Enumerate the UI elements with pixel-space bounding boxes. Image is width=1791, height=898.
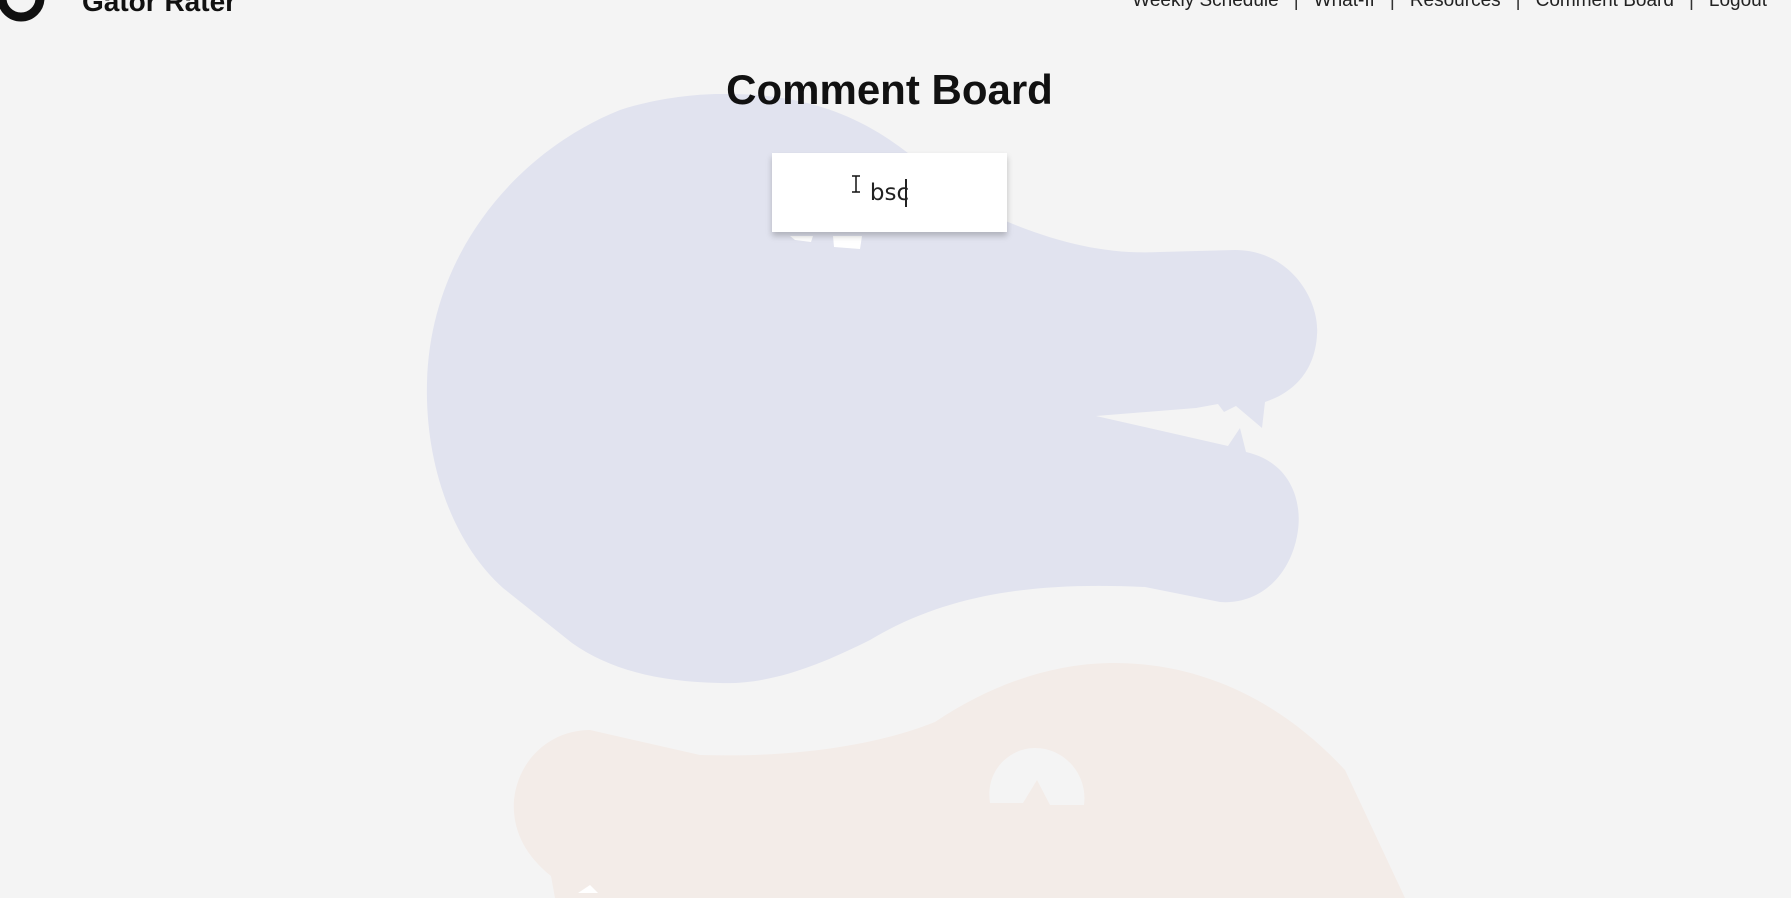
page-title: Comment Board [726, 66, 1053, 113]
nav-logout[interactable]: Logout [1709, 0, 1767, 12]
page: Gator Rater Weekly Schedule | What-If | … [0, 0, 1791, 898]
nav-separator: | [1688, 0, 1694, 11]
nav-separator: | [1515, 0, 1521, 11]
gator-background-icon [426, 93, 1405, 898]
upper-gator-teeth [833, 236, 862, 249]
nav-what-if[interactable]: What-If [1314, 0, 1375, 12]
nav-separator: | [1293, 0, 1299, 11]
comment-input[interactable] [772, 153, 1007, 232]
comment-input-box[interactable] [772, 153, 1007, 232]
nav-comment-board[interactable]: Comment Board [1536, 0, 1674, 12]
ibeam-cursor-icon [852, 175, 860, 193]
text-caret [905, 179, 907, 207]
lower-gator-head [513, 662, 1405, 898]
nav-resources[interactable]: Resources [1410, 0, 1501, 12]
top-header: Gator Rater Weekly Schedule | What-If | … [0, 0, 1791, 22]
gator-logo-icon[interactable] [0, 0, 46, 22]
main-nav: Weekly Schedule | What-If | Resources | … [1132, 0, 1767, 12]
nav-separator: | [1389, 0, 1395, 11]
nav-weekly-schedule[interactable]: Weekly Schedule [1132, 0, 1278, 12]
brand-name[interactable]: Gator Rater [82, 0, 236, 18]
